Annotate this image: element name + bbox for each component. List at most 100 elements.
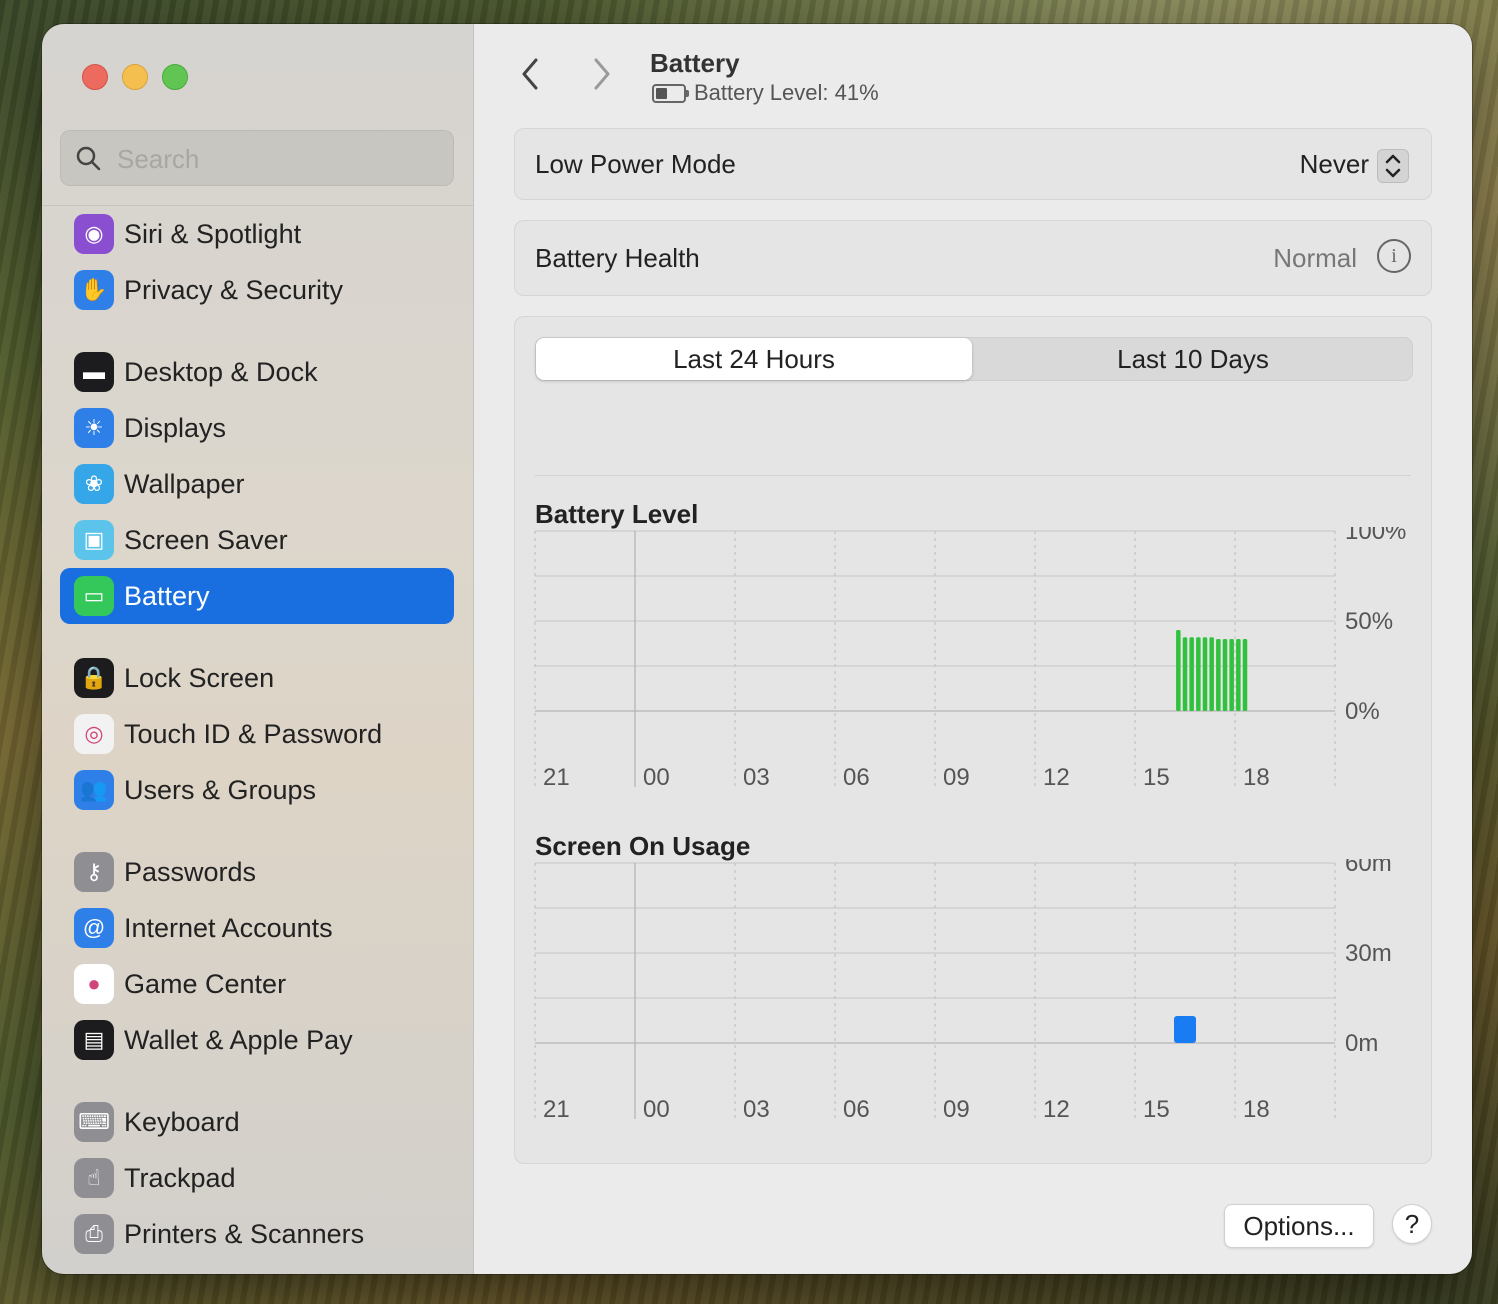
sidebar-item-wallpaper[interactable]: ❀ Wallpaper [60, 456, 454, 512]
sidebar-item-label: Privacy & Security [124, 275, 344, 305]
up-down-chevron-icon [1385, 154, 1401, 178]
battery-health-value: Normal [1273, 243, 1357, 273]
forward-button[interactable] [582, 54, 622, 94]
hand-icon: ✋ [74, 270, 114, 310]
x-tick-label: 12 [1043, 764, 1070, 791]
info-icon[interactable]: i [1377, 239, 1411, 273]
x-tick-label: 12 [1043, 1096, 1070, 1123]
settings-window: ◉ Siri & Spotlight ✋ Privacy & Security ▬ Des… [42, 24, 1472, 1274]
sidebar-item-trackpad[interactable]: ☝ Trackpad [60, 1150, 454, 1206]
search-field[interactable] [60, 130, 454, 186]
sidebar-item-desktop-dock[interactable]: ▬ Desktop & Dock [60, 344, 454, 400]
lock-icon: 🔒 [74, 658, 114, 698]
sidebar-item-privacy-security[interactable]: ✋ Privacy & Security [60, 262, 454, 318]
sidebar-item-passwords[interactable]: ⚷ Passwords [60, 844, 454, 900]
battery-level-text: Battery Level: 41% [694, 80, 879, 105]
zoom-button[interactable] [162, 64, 188, 90]
data-bar [1236, 639, 1241, 711]
sidebar-item-screen-saver[interactable]: ▣ Screen Saver [60, 512, 454, 568]
sidebar-item-game-center[interactable]: ● Game Center [60, 956, 454, 1012]
sidebar-item-label: Wallet & Apple Pay [124, 1025, 353, 1055]
low-power-mode-value[interactable]: Never [1300, 149, 1369, 180]
sidebar-item-label: Desktop & Dock [124, 357, 318, 387]
chevron-left-icon [522, 58, 538, 90]
battery-level-icon [652, 84, 689, 103]
y-tick-label: 0m [1345, 1030, 1378, 1057]
data-bar [1242, 639, 1248, 711]
x-tick-label: 18 [1243, 1096, 1270, 1123]
sidebar-item-battery[interactable]: ▭ Battery [60, 568, 454, 624]
data-bar [1202, 637, 1208, 711]
main-pane: Battery Battery Level: 41% Low Power Mod… [474, 24, 1472, 1274]
sidebar-item-displays[interactable]: ☀ Displays [60, 400, 454, 456]
x-tick-label: 15 [1143, 764, 1170, 791]
sidebar-item-touch-id-password[interactable]: ◎ Touch ID & Password [60, 706, 454, 762]
x-tick-label: 06 [843, 1096, 870, 1123]
options-button[interactable]: Options... [1224, 1204, 1374, 1248]
battery-level-fill [656, 88, 667, 99]
keyboard-icon: ⌨ [74, 1102, 114, 1142]
low-power-mode-label: Low Power Mode [535, 149, 736, 179]
data-bar [1216, 639, 1221, 711]
sidebar-item-label: Battery [124, 581, 210, 611]
low-power-mode-popup[interactable] [1377, 149, 1409, 183]
sidebar: ◉ Siri & Spotlight ✋ Privacy & Security ▬ Des… [42, 24, 474, 1274]
data-bar [1229, 639, 1234, 711]
x-tick-label: 06 [843, 764, 870, 791]
battery-icon: ▭ [74, 576, 114, 616]
sidebar-item-printers-scanners[interactable]: ⎙ Printers & Scanners [60, 1206, 454, 1262]
section-divider [535, 475, 1411, 476]
y-tick-label: 60m [1345, 859, 1392, 877]
sidebar-item-lock-screen[interactable]: 🔒 Lock Screen [60, 650, 454, 706]
sidebar-item-internet-accounts[interactable]: @ Internet Accounts [60, 900, 454, 956]
back-button[interactable] [510, 54, 550, 94]
sidebar-item-label: Internet Accounts [124, 913, 333, 943]
tab-last-10-days[interactable]: Last 10 Days [974, 338, 1412, 380]
page-title: Battery [650, 48, 740, 78]
data-bar [1174, 1016, 1196, 1043]
siri-icon: ◉ [74, 214, 114, 254]
sidebar-item-label: Trackpad [124, 1163, 236, 1193]
x-tick-label: 18 [1243, 764, 1270, 791]
sidebar-item-users-groups[interactable]: 👥 Users & Groups [60, 762, 454, 818]
sidebar-item-label: Passwords [124, 857, 257, 887]
x-tick-label: 15 [1143, 1096, 1170, 1123]
minimize-button[interactable] [122, 64, 148, 90]
x-tick-label: 00 [643, 764, 670, 791]
y-tick-label: 30m [1345, 940, 1392, 967]
usage-history-card: Last 24 Hours Last 10 Days Battery Level… [514, 316, 1432, 1164]
sun-icon: ☀ [74, 408, 114, 448]
battery-level-chart-title: Battery Level [535, 499, 699, 529]
trackpad-icon: ☝ [74, 1158, 114, 1198]
sidebar-item-label: Game Center [124, 969, 287, 999]
key-icon: ⚷ [74, 852, 114, 892]
battery-health-label: Battery Health [535, 243, 700, 273]
search-icon [76, 146, 101, 171]
flower-icon: ❀ [74, 464, 114, 504]
screen-on-usage-chart-title: Screen On Usage [535, 831, 751, 861]
sidebar-item-wallet-apple-pay[interactable]: ▤ Wallet & Apple Pay [60, 1012, 454, 1068]
sidebar-item-label: Keyboard [124, 1107, 240, 1137]
sidebar-item-label: Wallpaper [124, 469, 245, 499]
sidebar-item-label: Screen Saver [124, 525, 288, 555]
y-tick-label: 0% [1345, 698, 1380, 725]
data-bar [1196, 637, 1201, 711]
close-button[interactable] [82, 64, 108, 90]
at-icon: @ [74, 908, 114, 948]
data-bar [1189, 637, 1194, 711]
search-input[interactable] [115, 139, 439, 179]
sidebar-item-keyboard[interactable]: ⌨ Keyboard [60, 1094, 454, 1150]
tab-last-24-hours[interactable]: Last 24 Hours [536, 338, 972, 380]
users-icon: 👥 [74, 770, 114, 810]
sidebar-item-label: Printers & Scanners [124, 1219, 365, 1249]
sidebar-item-label: Lock Screen [124, 663, 275, 693]
sidebar-item-label: Displays [124, 413, 227, 443]
wallet-icon: ▤ [74, 1020, 114, 1060]
screen-saver-icon: ▣ [74, 520, 114, 560]
dock-icon: ▬ [74, 352, 114, 392]
y-tick-label: 100% [1345, 527, 1406, 545]
help-button[interactable]: ? [1392, 1204, 1432, 1244]
sidebar-item-siri-spotlight[interactable]: ◉ Siri & Spotlight [60, 206, 454, 262]
battery-level-chart: 100% 50% 0% 21 00 03 06 09 12 15 18 [534, 527, 1406, 791]
screen-on-usage-chart: 60m 30m 0m 21 00 03 06 09 12 15 18 17 Jan [534, 859, 1392, 1139]
